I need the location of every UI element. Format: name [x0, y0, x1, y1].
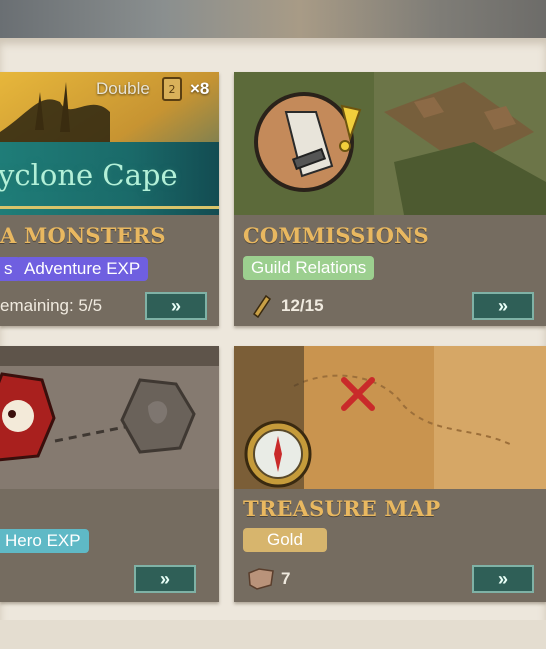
bounty-card[interactable]: Hero EXP » [0, 346, 219, 602]
double-ticket-icon: 2 [162, 77, 182, 101]
double-label: Double [96, 79, 150, 98]
reward-tag-guild-relations: Guild Relations [243, 256, 375, 280]
go-button[interactable]: » [145, 292, 207, 320]
location-name: yclone Cape [0, 158, 178, 192]
treasure-map-card[interactable]: TREASURE MAP Gold 7 » [234, 346, 546, 602]
reward-tag-hero-exp: Hero EXP [0, 529, 89, 553]
svg-text:2: 2 [169, 83, 176, 96]
map-fragment-icon [248, 568, 274, 590]
map-count: 7 [281, 569, 291, 588]
commission-count: 12/15 [281, 296, 324, 315]
exclamation-icon [339, 104, 362, 152]
go-button[interactable]: » [472, 565, 534, 593]
card-title: A MONSTERS [0, 223, 166, 248]
card-title: COMMISSIONS [243, 223, 429, 248]
faded-skull-icon [120, 378, 196, 454]
compass-icon [244, 420, 312, 488]
x-mark-icon [341, 377, 375, 411]
reward-tag-gold: Gold [243, 528, 327, 552]
go-button[interactable]: » [134, 565, 196, 593]
paper-bottom-edge [0, 620, 546, 649]
commissions-card[interactable]: COMMISSIONS Guild Relations 12/15 » [234, 72, 546, 326]
pirate-skull-icon [0, 372, 56, 462]
spyglass-icon [252, 294, 272, 318]
card-title: TREASURE MAP [243, 496, 441, 521]
go-button[interactable]: » [472, 292, 534, 320]
remaining-label: emaining: 5/5 [0, 296, 103, 315]
reward-tag-adventure-exp: Adventure EXP [16, 257, 149, 281]
multiplier-label: ×8 [190, 79, 210, 98]
top-background [0, 0, 546, 42]
sea-monsters-card[interactable]: Double 2 ×8 yclone Cape A MONSTERS s Adv… [0, 72, 219, 326]
scroll-icon [284, 111, 334, 178]
